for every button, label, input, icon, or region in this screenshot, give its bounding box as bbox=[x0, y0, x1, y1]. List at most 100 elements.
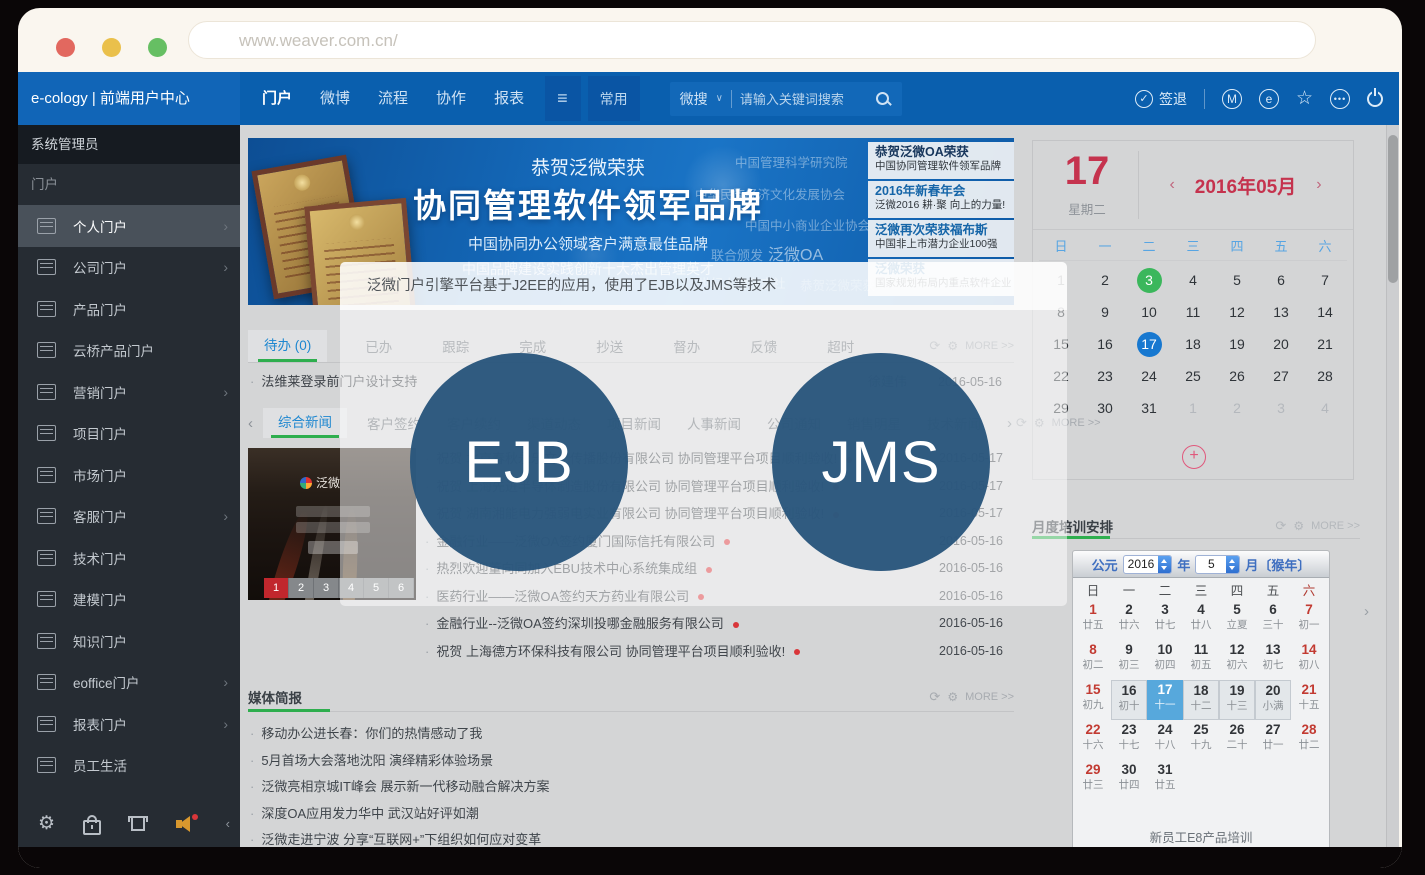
news-item[interactable]: ·祝贺 上海德方环保科技有限公司 协同管理平台项目顺利验收! 2016-05-1… bbox=[425, 638, 1003, 666]
sidebar-item[interactable]: 个人门户 › bbox=[18, 205, 240, 247]
lunar-date-cell[interactable]: 1 廿五 bbox=[1075, 600, 1111, 640]
calendar-date-cell[interactable]: 11 bbox=[1171, 296, 1215, 328]
calendar-date-cell[interactable]: 13 bbox=[1259, 296, 1303, 328]
more-link[interactable]: MORE >> bbox=[1311, 520, 1360, 532]
sidebar-item[interactable]: 营销门户 › bbox=[18, 371, 240, 413]
calendar-date-cell[interactable]: 2 bbox=[1083, 264, 1127, 296]
search-input[interactable]: 请输入关键词搜索 bbox=[740, 89, 868, 108]
theme-shirt-icon[interactable] bbox=[128, 816, 148, 831]
year-stepper[interactable]: 2016 bbox=[1123, 555, 1173, 574]
media-item[interactable]: ·移动办公进长春：你们的热情感动了我 bbox=[248, 721, 888, 748]
lunar-date-cell[interactable]: 10 初四 bbox=[1147, 640, 1183, 680]
address-bar[interactable]: www.weaver.com.cn/ bbox=[188, 21, 1316, 59]
nav-item[interactable]: 流程 bbox=[364, 72, 422, 125]
prev-month-icon[interactable]: ‹ bbox=[1169, 176, 1174, 194]
lunar-date-cell[interactable]: 18 十二 bbox=[1183, 680, 1219, 720]
calendar-date-cell[interactable]: 2 bbox=[1215, 392, 1259, 424]
favorites-button[interactable]: 常用 bbox=[588, 76, 640, 121]
carousel-page-button[interactable]: 1 bbox=[264, 578, 289, 598]
media-item[interactable]: ·泛微走进宁波 分享“互联网+”下组织如何应对变革 bbox=[248, 827, 888, 847]
sidebar-item[interactable]: 产品门户 bbox=[18, 288, 240, 330]
calendar-date-cell[interactable]: 1 bbox=[1171, 392, 1215, 424]
sidebar-item[interactable]: 公司门户 › bbox=[18, 247, 240, 289]
scrollbar[interactable] bbox=[1386, 125, 1399, 847]
calendar-date-cell[interactable]: 6 bbox=[1259, 264, 1303, 296]
workflow-tab[interactable]: 待办 (0) bbox=[248, 330, 327, 362]
lunar-date-cell[interactable]: 28 廿二 bbox=[1291, 720, 1327, 760]
nav-item[interactable]: 报表 bbox=[480, 72, 538, 125]
calendar-date-cell[interactable]: 3 bbox=[1127, 264, 1171, 296]
media-more[interactable]: ⟳ ⚙ MORE >> bbox=[929, 689, 1014, 705]
announcement-speaker-icon[interactable] bbox=[176, 816, 198, 832]
media-item[interactable]: ·5月首场大会落地沈阳 演绎精彩体验场景 bbox=[248, 748, 888, 775]
nav-item[interactable]: 协作 bbox=[422, 72, 480, 125]
zoom-window-button[interactable] bbox=[148, 38, 167, 57]
calendar-date-cell[interactable]: 5 bbox=[1215, 264, 1259, 296]
calendar-date-cell[interactable]: 16 bbox=[1083, 328, 1127, 360]
sidebar-item[interactable]: 建模门户 bbox=[18, 579, 240, 621]
calendar-date-cell[interactable]: 4 bbox=[1171, 264, 1215, 296]
lunar-date-cell[interactable]: 8 初二 bbox=[1075, 640, 1111, 680]
headline-item[interactable]: 泛微再次荣获福布斯 中国非上市潜力企业100强 bbox=[868, 220, 1014, 257]
more-options-icon[interactable]: ••• bbox=[1330, 89, 1350, 109]
close-window-button[interactable] bbox=[56, 38, 75, 57]
ecology-chat-icon[interactable]: e bbox=[1259, 89, 1279, 109]
calendar-date-cell[interactable]: 24 bbox=[1127, 360, 1171, 392]
lunar-date-cell[interactable]: 30 廿四 bbox=[1111, 760, 1147, 800]
lunar-date-cell[interactable]: 16 初十 bbox=[1111, 680, 1147, 720]
signout-button[interactable]: ✓ 签退 bbox=[1135, 89, 1187, 109]
sidebar-item[interactable]: 报表门户 › bbox=[18, 703, 240, 745]
carousel-page-button[interactable]: 3 bbox=[314, 578, 339, 598]
training-note[interactable]: 新员工E8产品培训 bbox=[1073, 827, 1329, 846]
gear-icon[interactable]: ⚙ bbox=[1293, 519, 1304, 533]
lunar-date-cell[interactable]: 27 廿一 bbox=[1255, 720, 1291, 760]
calendar-date-cell[interactable]: 26 bbox=[1215, 360, 1259, 392]
favorites-star-icon[interactable]: ☆ bbox=[1296, 89, 1313, 109]
headline-item[interactable]: 恭贺泛微OA荣获 中国协同管理软件领军品牌 bbox=[868, 142, 1014, 179]
calendar-date-cell[interactable]: 20 bbox=[1259, 328, 1303, 360]
sidebar-item[interactable]: 员工生活 bbox=[18, 745, 240, 787]
add-event-button[interactable]: + bbox=[1182, 445, 1206, 469]
calendar-date-cell[interactable]: 4 bbox=[1303, 392, 1347, 424]
more-link[interactable]: MORE >> bbox=[965, 691, 1014, 703]
lunar-date-cell[interactable]: 31 廿五 bbox=[1147, 760, 1183, 800]
menu-button[interactable]: ≡ bbox=[545, 76, 581, 121]
search-bar[interactable]: 微搜 ∨ 请输入关键词搜索 bbox=[670, 82, 902, 116]
lunar-date-cell[interactable]: 29 廿三 bbox=[1075, 760, 1111, 800]
refresh-icon[interactable]: ⟳ bbox=[1275, 518, 1286, 534]
stepper-icon[interactable] bbox=[1158, 556, 1171, 573]
calendar-date-cell[interactable]: 12 bbox=[1215, 296, 1259, 328]
lunar-date-cell[interactable]: 14 初八 bbox=[1291, 640, 1327, 680]
calendar-date-cell[interactable]: 14 bbox=[1303, 296, 1347, 328]
lunar-date-cell[interactable]: 15 初九 bbox=[1075, 680, 1111, 720]
sidebar-item[interactable]: 云桥产品门户 bbox=[18, 330, 240, 372]
lunar-date-cell[interactable]: 12 初六 bbox=[1219, 640, 1255, 680]
news-item-text[interactable]: 金融行业--泛微OA签约深圳投哪金融服务有限公司 bbox=[436, 616, 723, 631]
next-month-icon[interactable]: › bbox=[1316, 176, 1321, 194]
sidebar-item[interactable]: 项目门户 bbox=[18, 413, 240, 455]
calendar-date-cell[interactable]: 27 bbox=[1259, 360, 1303, 392]
messages-icon[interactable]: M bbox=[1222, 89, 1242, 109]
calendar-date-cell[interactable]: 31 bbox=[1127, 392, 1171, 424]
search-category[interactable]: 微搜 bbox=[680, 89, 708, 109]
calendar-date-cell[interactable]: 9 bbox=[1083, 296, 1127, 328]
calendar-date-cell[interactable]: 3 bbox=[1259, 392, 1303, 424]
calendar-date-cell[interactable]: 23 bbox=[1083, 360, 1127, 392]
calendar-date-cell[interactable]: 21 bbox=[1303, 328, 1347, 360]
lunar-date-cell[interactable]: 7 初一 bbox=[1291, 600, 1327, 640]
lunar-date-cell[interactable]: 5 立夏 bbox=[1219, 600, 1255, 640]
lunar-date-cell[interactable]: 23 十七 bbox=[1111, 720, 1147, 760]
lunar-date-cell[interactable]: 4 廿八 bbox=[1183, 600, 1219, 640]
calendar-date-cell[interactable]: 18 bbox=[1171, 328, 1215, 360]
lunar-date-cell[interactable]: 17 十一 bbox=[1147, 680, 1183, 720]
lunar-date-cell[interactable]: 6 三十 bbox=[1255, 600, 1291, 640]
search-icon[interactable] bbox=[876, 92, 889, 105]
news-item-text[interactable]: 祝贺 上海德方环保科技有限公司 协同管理平台项目顺利验收! bbox=[436, 644, 785, 659]
nav-item[interactable]: 门户 bbox=[248, 72, 306, 125]
calendar-date-cell[interactable]: 25 bbox=[1171, 360, 1215, 392]
collapse-sidebar-icon[interactable]: ‹ bbox=[226, 816, 230, 831]
lunar-date-cell[interactable]: 9 初三 bbox=[1111, 640, 1147, 680]
lunar-date-cell[interactable]: 19 十三 bbox=[1219, 680, 1255, 720]
nav-item[interactable]: 微博 bbox=[306, 72, 364, 125]
lunar-date-cell[interactable]: 21 十五 bbox=[1291, 680, 1327, 720]
